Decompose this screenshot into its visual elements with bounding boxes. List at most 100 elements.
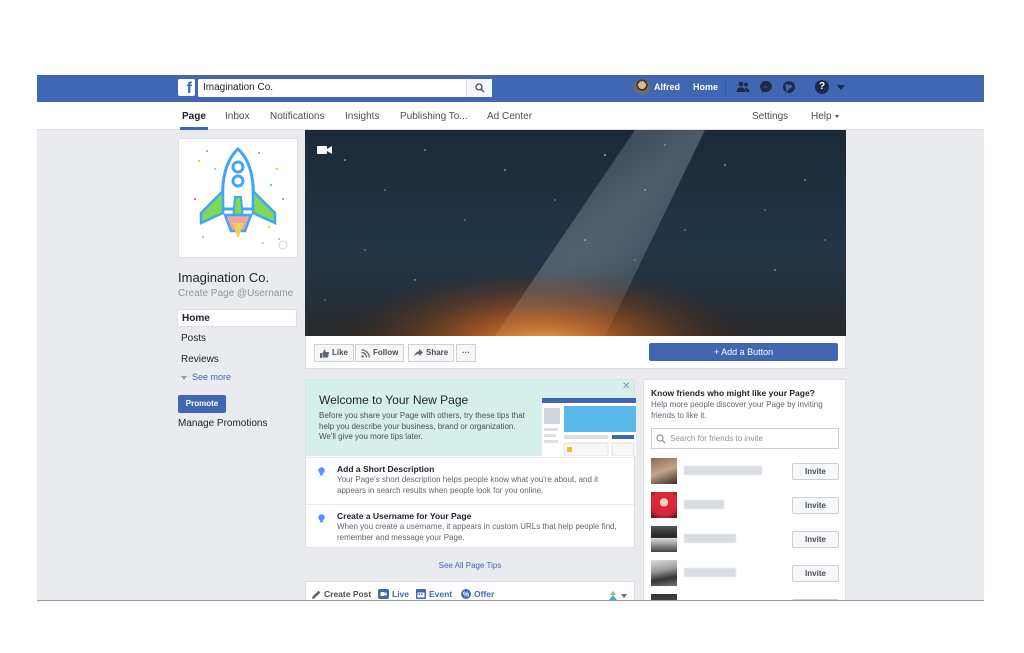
welcome-card: Welcome to Your New Page Before you shar… bbox=[305, 379, 636, 570]
divider bbox=[725, 81, 726, 95]
sidebar-item-reviews[interactable]: Reviews bbox=[177, 351, 297, 369]
welcome-title: Welcome to Your New Page bbox=[319, 393, 469, 407]
tab-inbox[interactable]: Inbox bbox=[225, 111, 249, 122]
event-button[interactable]: Event bbox=[416, 589, 452, 599]
home-link[interactable]: Home bbox=[693, 82, 718, 92]
close-icon[interactable]: ✕ bbox=[622, 381, 630, 392]
help-icon[interactable]: ? bbox=[815, 80, 829, 94]
friend-search-placeholder: Search for friends to invite bbox=[670, 434, 763, 443]
video-camera-icon[interactable] bbox=[317, 145, 332, 155]
follow-label: Follow bbox=[373, 348, 399, 357]
offer-button[interactable]: % Offer bbox=[461, 589, 494, 599]
promote-button[interactable]: Promote bbox=[178, 395, 226, 413]
page-navigation: Page Inbox Notifications Insights Publis… bbox=[37, 102, 984, 130]
create-post-label: Create Post bbox=[324, 589, 372, 599]
cover-photo[interactable] bbox=[305, 130, 846, 336]
friend-search-input[interactable]: Search for friends to invite bbox=[651, 428, 839, 449]
invite-friends-card: Know friends who might like your Page? H… bbox=[643, 379, 846, 600]
invite-button[interactable]: Invite bbox=[792, 463, 839, 480]
like-button[interactable]: Like bbox=[314, 344, 355, 362]
invite-button[interactable]: Invite bbox=[792, 497, 839, 514]
tab-notifications[interactable]: Notifications bbox=[270, 111, 324, 122]
tab-publishing-tools[interactable]: Publishing To... bbox=[400, 111, 468, 122]
create-post-button[interactable]: Create Post bbox=[312, 589, 371, 599]
invite-button[interactable]: Invite bbox=[792, 565, 839, 582]
user-avatar[interactable] bbox=[634, 79, 650, 95]
profile-link[interactable]: Alfred bbox=[654, 82, 680, 92]
friend-row: Invite bbox=[651, 458, 839, 484]
tab-insights[interactable]: Insights bbox=[345, 111, 379, 122]
search-button[interactable] bbox=[466, 79, 492, 97]
tip-add-description[interactable]: Add a Short Description Your Page's shor… bbox=[306, 457, 634, 503]
search-icon bbox=[656, 434, 666, 444]
active-tab-indicator bbox=[180, 127, 208, 130]
create-username-link[interactable]: Create Page @Username bbox=[178, 288, 293, 299]
help-menu[interactable]: Help bbox=[811, 111, 839, 122]
friend-row: Invite bbox=[651, 560, 839, 586]
tab-page[interactable]: Page bbox=[182, 111, 206, 122]
friend-name-redacted bbox=[684, 534, 736, 543]
page-title: Imagination Co. bbox=[178, 270, 270, 285]
help-label: Help bbox=[811, 111, 832, 122]
post-options-icon[interactable] bbox=[608, 591, 618, 601]
sidebar-item-home[interactable]: Home bbox=[177, 309, 297, 327]
share-label: Share bbox=[426, 348, 449, 357]
thumbs-up-icon bbox=[320, 349, 329, 358]
friend-name-redacted bbox=[684, 568, 736, 577]
tip-text: When you create a username, it appears i… bbox=[337, 522, 617, 542]
friend-name-redacted bbox=[684, 466, 762, 475]
settings-link[interactable]: Settings bbox=[752, 111, 788, 122]
manage-promotions-link[interactable]: Manage Promotions bbox=[178, 418, 268, 429]
globe-notifications-icon[interactable] bbox=[782, 80, 796, 94]
live-label: Live bbox=[392, 589, 410, 599]
follow-button[interactable]: Follow bbox=[355, 344, 405, 362]
friend-avatar[interactable] bbox=[651, 594, 677, 600]
tip-create-username[interactable]: Create a Username for Your Page When you… bbox=[306, 504, 634, 550]
lightbulb-icon bbox=[318, 514, 325, 523]
friend-requests-icon[interactable] bbox=[736, 80, 750, 94]
friend-name-redacted bbox=[684, 500, 724, 509]
invite-button[interactable]: Invite bbox=[792, 531, 839, 548]
search-icon bbox=[474, 83, 484, 93]
caret-down-icon bbox=[181, 375, 187, 380]
sidebar-item-posts[interactable]: Posts bbox=[177, 330, 297, 348]
page-actions-bar: Like Follow Share ··· + Add a Button bbox=[305, 336, 846, 369]
offer-label: Offer bbox=[474, 589, 495, 599]
tip-text: Your Page's short description helps peop… bbox=[337, 475, 599, 495]
account-menu-caret-icon[interactable] bbox=[837, 85, 845, 90]
tab-ad-center[interactable]: Ad Center bbox=[487, 111, 532, 122]
rocket-logo-icon bbox=[193, 146, 288, 250]
friend-avatar[interactable] bbox=[651, 526, 677, 552]
calendar-icon bbox=[416, 589, 426, 599]
chevron-down-icon bbox=[834, 114, 839, 118]
friend-avatar[interactable] bbox=[651, 492, 677, 518]
lightbulb-icon bbox=[318, 467, 325, 476]
post-composer: Create Post Live Event % Offer bbox=[305, 581, 635, 601]
invite-card-title: Know friends who might like your Page? bbox=[651, 388, 815, 398]
friend-avatar[interactable] bbox=[651, 560, 677, 586]
live-button[interactable]: Live bbox=[378, 589, 409, 599]
search-input[interactable] bbox=[198, 79, 492, 97]
friend-row: Invite bbox=[651, 492, 839, 518]
pencil-icon bbox=[312, 590, 321, 599]
see-all-page-tips-link[interactable]: See All Page Tips bbox=[306, 552, 634, 578]
more-options-button[interactable]: ··· bbox=[456, 344, 476, 362]
facebook-logo-icon[interactable]: f bbox=[178, 79, 195, 96]
top-bar: f Alfred Home ? bbox=[37, 75, 984, 102]
share-arrow-icon bbox=[414, 349, 423, 357]
invite-card-description: Help more people discover your Page by i… bbox=[651, 400, 823, 420]
invite-button[interactable]: Invite bbox=[792, 599, 839, 600]
offer-tag-icon: % bbox=[461, 589, 471, 599]
add-a-button[interactable]: + Add a Button bbox=[649, 343, 838, 361]
tip-title: Add a Short Description bbox=[337, 464, 435, 474]
page-profile-picture[interactable] bbox=[178, 138, 298, 258]
browser-frame: f Alfred Home ? Page Inbox Notifications… bbox=[37, 75, 984, 601]
share-button[interactable]: Share bbox=[408, 344, 455, 362]
friend-avatar[interactable] bbox=[651, 458, 677, 484]
like-label: Like bbox=[332, 348, 349, 357]
cover-photo-image bbox=[305, 130, 846, 336]
friend-row: Invite bbox=[651, 526, 839, 552]
see-more-link[interactable]: See more bbox=[181, 372, 231, 382]
messenger-icon[interactable] bbox=[759, 80, 773, 94]
chevron-down-icon[interactable] bbox=[621, 594, 627, 598]
